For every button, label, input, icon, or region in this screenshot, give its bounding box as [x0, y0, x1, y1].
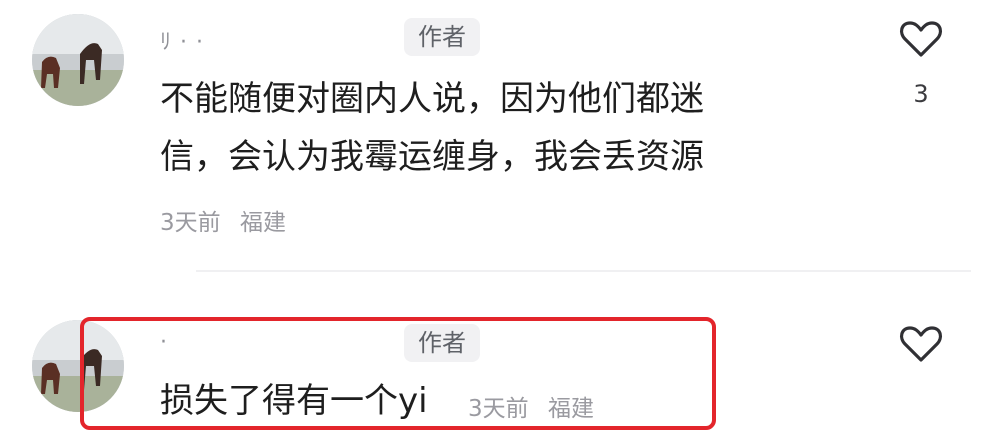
author-badge: 作者 — [404, 324, 480, 362]
comment-text: 损失了得有一个yi — [160, 372, 428, 430]
like-button[interactable] — [897, 17, 945, 61]
comment-meta: 3天前 福建 — [160, 203, 286, 237]
comment-text-line: 不能随便对圈内人说，因为他们都迷 — [160, 79, 704, 119]
comment-text-line: 损失了得有一个yi — [160, 381, 428, 421]
username[interactable]: ﾘ · · — [160, 24, 204, 56]
divider — [196, 270, 971, 272]
avatar[interactable] — [32, 320, 124, 412]
comment-time: 3天前 — [468, 396, 529, 422]
like-count: 3 — [913, 80, 929, 108]
avatar-horses-image — [32, 14, 124, 106]
like-button[interactable] — [897, 322, 945, 366]
comment-text-line: 信，会认为我霉运缠身，我会丢资源 — [160, 137, 704, 177]
heart-outline-icon — [899, 326, 943, 362]
comment-meta: 3天前 福建 — [468, 389, 594, 423]
comment-time: 3天前 — [160, 210, 221, 236]
avatar-horses-image — [32, 320, 124, 412]
comment-location: 福建 — [547, 396, 594, 422]
avatar[interactable] — [32, 14, 124, 106]
author-badge: 作者 — [404, 18, 480, 56]
heart-outline-icon — [899, 21, 943, 57]
comment-item-1: ﾘ · · 作者 不能随便对圈内人说，因为他们都迷 信，会认为我霉运缠身，我会丢… — [0, 0, 1000, 260]
comment-text: 不能随便对圈内人说，因为他们都迷 信，会认为我霉运缠身，我会丢资源 — [160, 70, 860, 186]
username[interactable]: · — [160, 330, 168, 355]
comment-location: 福建 — [239, 210, 286, 236]
comment-item-2: · 作者 损失了得有一个yi 3天前 福建 — [0, 300, 1000, 436]
